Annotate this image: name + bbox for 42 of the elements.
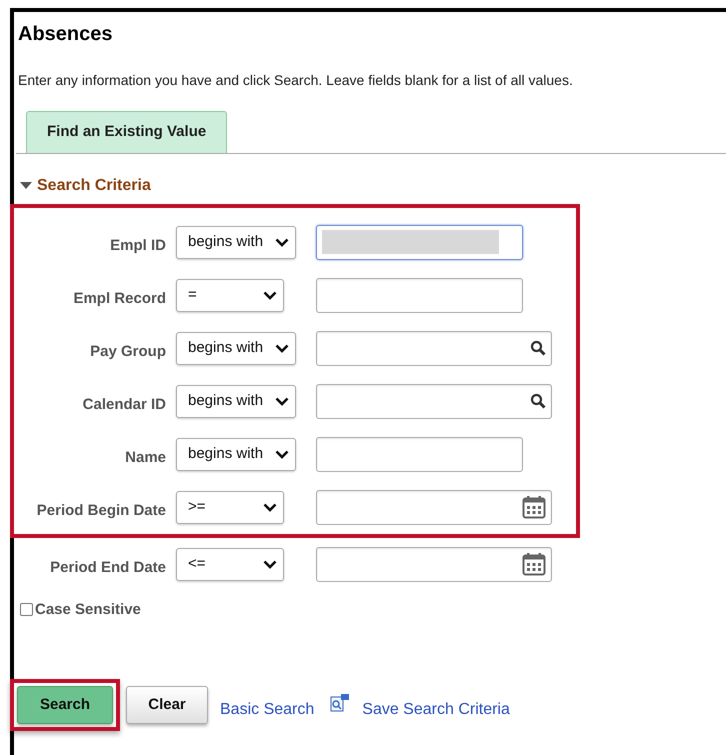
chevron-down-icon	[263, 502, 277, 512]
field-label: Pay Group	[89, 342, 166, 362]
operator-dropdown[interactable]: =	[176, 278, 284, 312]
operator-dropdown[interactable]: begins with	[176, 332, 296, 364]
field-label: Empl Record	[72, 288, 166, 309]
field-label: Name	[124, 448, 166, 468]
field-label: Period End Date	[49, 558, 166, 578]
clear-button[interactable]: Clear	[126, 686, 208, 724]
search-icon[interactable]	[530, 340, 546, 356]
input-field[interactable]	[316, 278, 523, 312]
field-label: Calendar ID	[82, 394, 166, 415]
page-title: Absences	[18, 22, 114, 46]
chevron-down-icon	[275, 396, 290, 406]
field-label: Period Begin Date	[36, 500, 166, 521]
input-field[interactable]	[316, 384, 552, 418]
operator-dropdown[interactable]: begins with	[176, 226, 296, 258]
tab[interactable]: Find an Existing Value	[26, 111, 228, 152]
input-field[interactable]	[316, 436, 523, 472]
operator-dropdown[interactable]: <=	[176, 548, 284, 580]
input-field[interactable]	[316, 546, 552, 582]
input-field[interactable]	[316, 224, 523, 260]
basic-search-link[interactable]: Basic Search	[220, 688, 314, 722]
input-field[interactable]	[316, 490, 552, 524]
operator-dropdown[interactable]: >=	[176, 490, 284, 524]
case-sensitive-checkbox[interactable]: Case Sensitive	[20, 598, 726, 621]
search-icon[interactable]	[530, 393, 546, 409]
chevron-down-icon	[275, 450, 290, 458]
input-field[interactable]	[316, 330, 552, 366]
calendar-icon[interactable]	[522, 495, 546, 519]
chevron-down-icon	[275, 344, 290, 352]
calendar-icon[interactable]	[522, 552, 546, 576]
operator-dropdown[interactable]: begins with	[176, 384, 296, 418]
save-search-link[interactable]: Save Search Criteria	[362, 688, 510, 722]
chevron-down-icon	[263, 290, 277, 300]
section-title[interactable]: Search Criteria	[37, 174, 151, 198]
operator-dropdown[interactable]: begins with	[176, 438, 296, 470]
collapse-triangle-icon[interactable]	[20, 182, 32, 190]
search-button[interactable]: Search	[17, 686, 113, 724]
field-label: Empl ID	[109, 236, 166, 256]
instructions-text: Enter any information you have and click Search. Leave fields blank for a list of all values.	[18, 71, 574, 90]
chevron-down-icon	[263, 560, 277, 568]
chevron-down-icon	[275, 238, 290, 246]
